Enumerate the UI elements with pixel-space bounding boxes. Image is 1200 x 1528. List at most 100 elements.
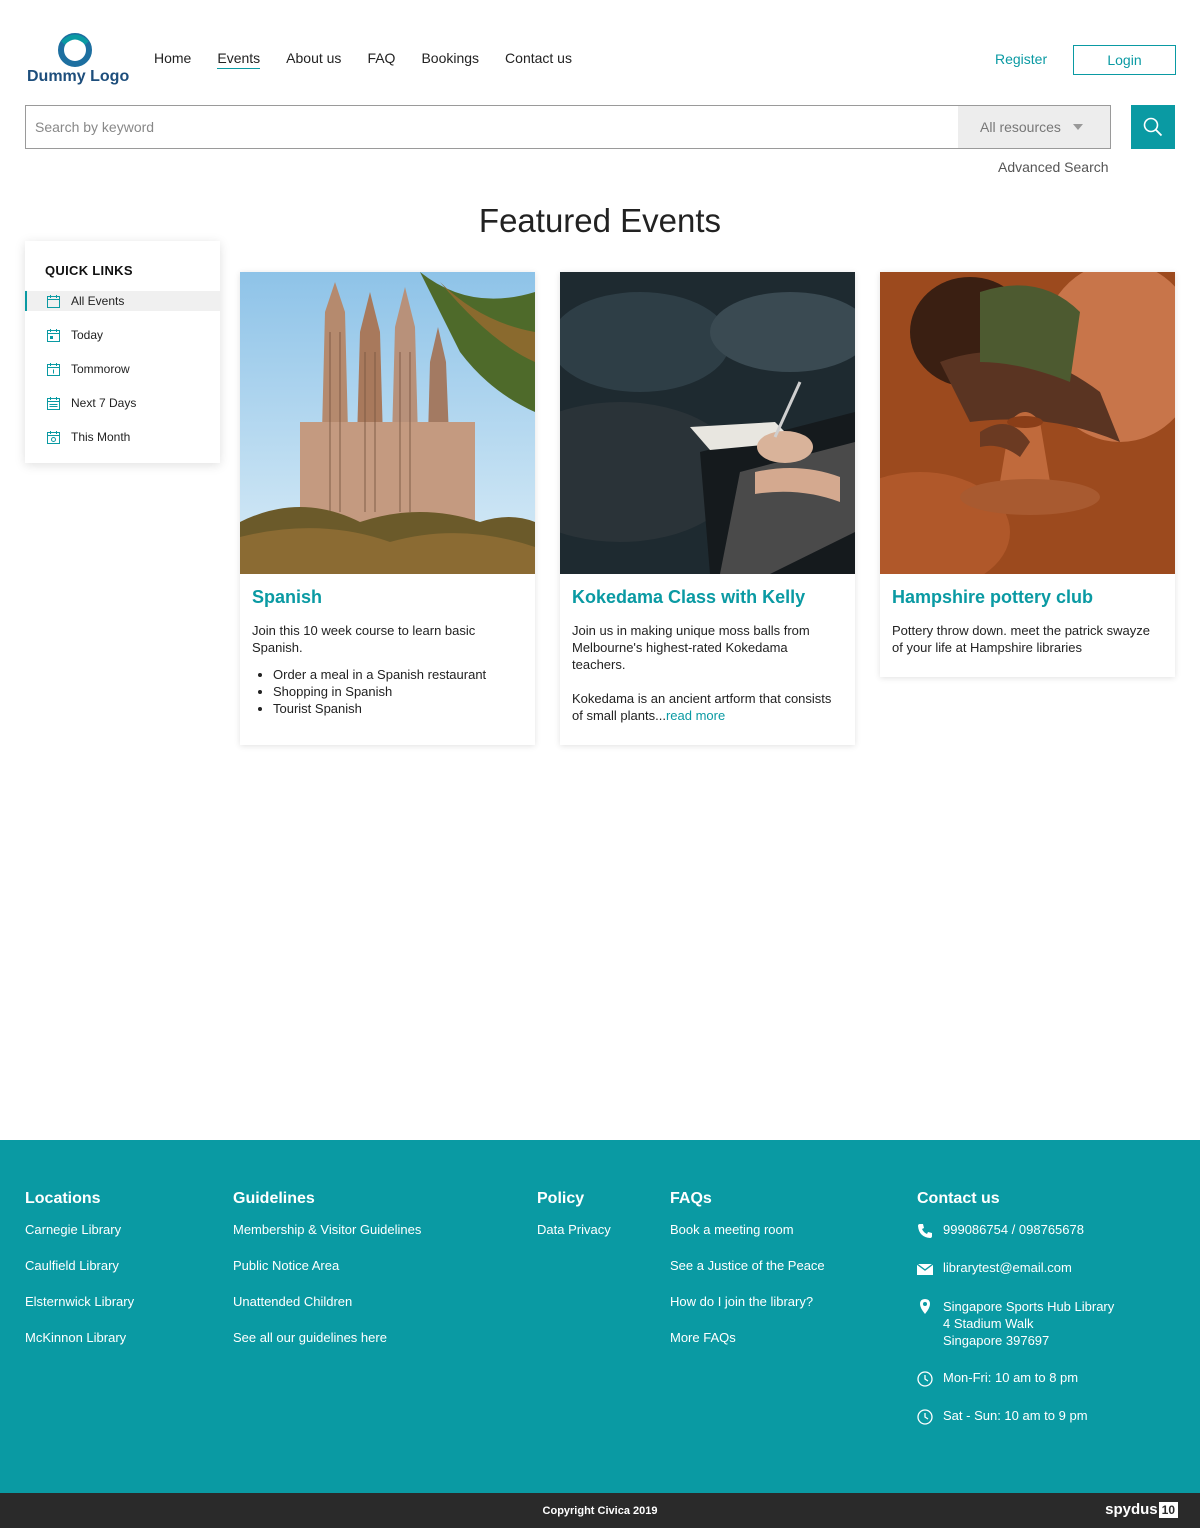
contact-hours-weekday: Mon-Fri: 10 am to 8 pm [917, 1370, 1114, 1387]
quick-link-label: Tommorow [71, 362, 130, 376]
address-line: 4 Stadium Walk [943, 1316, 1034, 1331]
footer-link[interactable]: Carnegie Library [25, 1222, 134, 1237]
footer-heading: Contact us [917, 1190, 1000, 1207]
resource-select[interactable]: All resources [958, 106, 1110, 148]
search-input[interactable] [26, 106, 958, 148]
list-item: Shopping in Spanish [273, 683, 523, 700]
quick-link-next-7-days[interactable]: Next 7 Days [25, 393, 220, 413]
calendar-week-icon [47, 396, 60, 410]
main-nav: Home Events About us FAQ Bookings Contac… [154, 50, 598, 69]
nav-events[interactable]: Events [217, 50, 261, 69]
phone-icon [918, 1224, 932, 1238]
footer-faqs: FAQs Book a meeting room See a Justice o… [670, 1190, 825, 1366]
calendar-month-icon [47, 430, 60, 444]
resource-select-value: All resources [980, 119, 1061, 135]
footer-link[interactable]: Unattended Children [233, 1294, 421, 1309]
page-title: Featured Events [478, 202, 722, 239]
address-line: Singapore 397697 [943, 1333, 1050, 1348]
calendar-today-icon [47, 328, 60, 342]
footer-locations: Locations Carnegie Library Caulfield Lib… [25, 1190, 134, 1366]
copyright-bar: Copyright Civica 2019 spydus 10 [0, 1493, 1200, 1528]
contact-phone-text[interactable]: 999086754 / 098765678 [943, 1222, 1084, 1237]
footer-heading: FAQs [670, 1190, 712, 1207]
nav-about-us[interactable]: About us [286, 50, 341, 69]
footer-link[interactable]: Public Notice Area [233, 1258, 421, 1273]
chevron-down-icon [1072, 124, 1083, 130]
footer-link[interactable]: See a Justice of the Peace [670, 1258, 825, 1273]
quick-link-label: This Month [71, 430, 131, 444]
quick-link-label: Next 7 Days [71, 396, 137, 410]
nav-faq[interactable]: FAQ [367, 50, 395, 69]
event-title[interactable]: Hampshire pottery club [892, 587, 1163, 608]
footer-link[interactable]: Book a meeting room [670, 1222, 825, 1237]
calendar-icon [47, 294, 60, 308]
login-button[interactable]: Login [1073, 45, 1176, 75]
contact-address: Singapore Sports Hub Library 4 Stadium W… [917, 1298, 1114, 1349]
event-description-more: Kokedama is an ancient artform that cons… [572, 690, 843, 724]
footer-link[interactable]: McKinnon Library [25, 1330, 134, 1345]
calendar-day-icon [47, 362, 60, 376]
quick-link-label: Today [71, 328, 104, 342]
spydus-logo[interactable]: spydus 10 [1105, 1501, 1178, 1518]
footer-link[interactable]: How do I join the library? [670, 1294, 825, 1309]
quick-link-all-events[interactable]: All Events [25, 291, 220, 311]
footer-policy: Policy Data Privacy [537, 1190, 611, 1258]
clock-icon [917, 1409, 933, 1425]
copyright-text: Copyright Civica 2019 [542, 1504, 658, 1517]
quick-link-this-month[interactable]: This Month [25, 427, 220, 447]
logo-text: Dummy Logo [27, 68, 130, 85]
hours-weekend-text: Sat - Sun: 10 am to 9 pm [943, 1408, 1088, 1423]
contact-phone: 999086754 / 098765678 [917, 1222, 1114, 1239]
footer-heading: Policy [537, 1190, 585, 1207]
search-button[interactable] [1131, 105, 1175, 149]
event-card-pottery[interactable]: Hampshire pottery club Pottery throw dow… [880, 272, 1175, 677]
contact-email: librarytest@email.com [917, 1260, 1114, 1277]
footer-link[interactable]: Elsternwick Library [25, 1294, 134, 1309]
footer-link[interactable]: Caulfield Library [25, 1258, 134, 1273]
event-title[interactable]: Spanish [252, 587, 523, 608]
clock-icon [917, 1371, 933, 1387]
hours-weekday-text: Mon-Fri: 10 am to 8 pm [943, 1370, 1079, 1385]
footer-link[interactable]: Membership & Visitor Guidelines [233, 1222, 421, 1237]
footer-heading: Guidelines [233, 1190, 315, 1207]
read-more-link[interactable]: read more [666, 708, 725, 723]
envelope-icon [917, 1263, 933, 1275]
quick-link-today[interactable]: Today [25, 325, 220, 345]
footer-link[interactable]: More FAQs [670, 1330, 825, 1345]
search-icon [1143, 117, 1163, 137]
event-title[interactable]: Kokedama Class with Kelly [572, 587, 843, 608]
contact-hours-weekend: Sat - Sun: 10 am to 9 pm [917, 1408, 1114, 1425]
logo-ring-icon [58, 33, 92, 67]
event-bullets: Order a meal in a Spanish restaurant Sho… [252, 666, 523, 717]
search-bar: All resources [25, 105, 1111, 149]
footer-heading: Locations [25, 1190, 101, 1207]
quick-links-title: QUICK LINKS [45, 263, 133, 278]
spydus-version: 10 [1158, 1501, 1178, 1518]
sagrada-familia-image [240, 272, 535, 574]
nav-bookings[interactable]: Bookings [421, 50, 479, 69]
site-logo[interactable]: Dummy Logo [25, 33, 130, 89]
list-item: Order a meal in a Spanish restaurant [273, 666, 523, 683]
event-card-spanish[interactable]: Spanish Join this 10 week course to lear… [240, 272, 535, 745]
quick-link-label: All Events [71, 294, 125, 308]
nav-contact-us[interactable]: Contact us [505, 50, 572, 69]
footer-link[interactable]: Data Privacy [537, 1222, 611, 1237]
footer-contact: Contact us 999086754 / 098765678 library… [917, 1190, 1114, 1446]
contact-email-text[interactable]: librarytest@email.com [943, 1260, 1072, 1275]
event-description: Join this 10 week course to learn basic … [252, 623, 476, 655]
list-item: Tourist Spanish [273, 700, 523, 717]
site-footer: Locations Carnegie Library Caulfield Lib… [0, 1140, 1200, 1493]
spydus-brand: spydus [1105, 1501, 1158, 1518]
advanced-search-link[interactable]: Advanced Search [998, 159, 1109, 175]
pottery-image [880, 272, 1175, 574]
event-card-kokedama[interactable]: Kokedama Class with Kelly Join us in mak… [560, 272, 855, 745]
register-link[interactable]: Register [995, 51, 1047, 67]
footer-link[interactable]: See all our guidelines here [233, 1330, 421, 1345]
event-description: Join us in making unique moss balls from… [572, 623, 810, 672]
map-pin-icon [920, 1299, 930, 1314]
note-taking-image [560, 272, 855, 574]
quick-links-panel: QUICK LINKS All Events Today Tommorow Ne… [25, 241, 220, 463]
quick-link-tomorrow[interactable]: Tommorow [25, 359, 220, 379]
nav-home[interactable]: Home [154, 50, 191, 69]
address-line: Singapore Sports Hub Library [943, 1299, 1115, 1314]
